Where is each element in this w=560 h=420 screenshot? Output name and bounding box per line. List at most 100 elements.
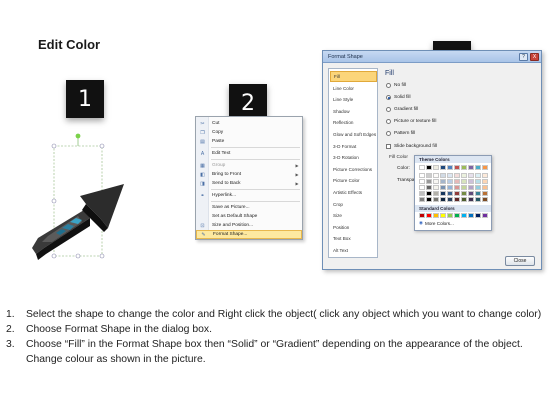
menu-item-group[interactable]: ▦ Group ▶ <box>196 161 302 170</box>
color-swatch[interactable] <box>482 191 488 196</box>
nav-item-picture-color[interactable]: Picture Color <box>330 175 377 186</box>
nav-item-line-style[interactable]: Line Style <box>330 94 377 105</box>
color-swatch[interactable] <box>426 165 432 170</box>
nav-item-3-d-format[interactable]: 3-D Format <box>330 141 377 152</box>
color-swatch[interactable] <box>454 213 460 218</box>
menu-item-copy[interactable]: ❐ Copy <box>196 128 302 137</box>
nav-item-artistic-effects[interactable]: Artistic Effects <box>330 187 377 198</box>
color-swatch[interactable] <box>482 197 488 202</box>
nav-item-crop[interactable]: Crop <box>330 199 377 210</box>
color-swatch[interactable] <box>426 185 432 190</box>
color-swatch[interactable] <box>433 197 439 202</box>
color-swatch[interactable] <box>419 213 425 218</box>
color-swatch[interactable] <box>426 173 432 178</box>
color-swatch[interactable] <box>482 213 488 218</box>
color-swatch[interactable] <box>419 165 425 170</box>
color-swatch[interactable] <box>440 179 446 184</box>
nav-item-position[interactable]: Position <box>330 222 377 233</box>
menu-item-paste[interactable]: ▤ Paste <box>196 137 302 146</box>
color-swatch[interactable] <box>454 165 460 170</box>
color-swatch[interactable] <box>440 213 446 218</box>
color-swatch[interactable] <box>454 191 460 196</box>
menu-item-set-default-shape[interactable]: Set as Default Shape <box>196 212 302 221</box>
color-swatch[interactable] <box>468 185 474 190</box>
selected-arrow-shape[interactable] <box>20 130 150 280</box>
color-swatch[interactable] <box>482 173 488 178</box>
color-swatch[interactable] <box>475 173 481 178</box>
nav-item-line-color[interactable]: Line Color <box>330 83 377 94</box>
color-swatch[interactable] <box>426 179 432 184</box>
color-swatch[interactable] <box>482 185 488 190</box>
slide-background-checkbox[interactable]: Slide background fill <box>386 144 437 149</box>
color-swatch[interactable] <box>419 185 425 190</box>
color-swatch[interactable] <box>454 185 460 190</box>
color-swatch[interactable] <box>447 213 453 218</box>
menu-item-bring-to-front[interactable]: ◧ Bring to Front ▶ <box>196 170 302 179</box>
color-swatch[interactable] <box>461 185 467 190</box>
radio-pattern-fill[interactable]: Pattern fill <box>386 131 415 136</box>
color-swatch[interactable] <box>461 191 467 196</box>
more-colors-option[interactable]: ◉ More Colors... <box>419 220 454 226</box>
color-swatch[interactable] <box>475 213 481 218</box>
color-swatch[interactable] <box>419 173 425 178</box>
menu-item-cut[interactable]: ✂ Cut <box>196 119 302 128</box>
color-swatch[interactable] <box>440 197 446 202</box>
menu-item-send-to-back[interactable]: ◨ Send to Back ▶ <box>196 179 302 188</box>
help-button[interactable]: ? <box>519 53 528 61</box>
nav-item-glow-and-soft-edges[interactable]: Glow and Soft Edges <box>330 129 377 140</box>
dialog-close-x-button[interactable]: X <box>530 53 539 61</box>
color-swatch[interactable] <box>475 165 481 170</box>
color-swatch[interactable] <box>475 197 481 202</box>
color-swatch[interactable] <box>433 165 439 170</box>
color-swatch[interactable] <box>475 185 481 190</box>
color-swatch[interactable] <box>447 173 453 178</box>
color-swatch[interactable] <box>433 191 439 196</box>
nav-item-alt-text[interactable]: Alt Text <box>330 245 377 256</box>
color-swatch[interactable] <box>447 165 453 170</box>
nav-item-size[interactable]: Size <box>330 210 377 221</box>
color-swatch[interactable] <box>440 191 446 196</box>
color-swatch[interactable] <box>447 197 453 202</box>
color-swatch[interactable] <box>440 185 446 190</box>
color-swatch[interactable] <box>426 213 432 218</box>
color-swatch[interactable] <box>475 179 481 184</box>
color-swatch[interactable] <box>419 197 425 202</box>
nav-item-fill[interactable]: Fill <box>330 71 377 82</box>
color-swatch[interactable] <box>461 173 467 178</box>
color-swatch[interactable] <box>433 173 439 178</box>
color-swatch[interactable] <box>468 213 474 218</box>
color-swatch[interactable] <box>482 179 488 184</box>
color-swatch[interactable] <box>482 165 488 170</box>
nav-item-shadow[interactable]: Shadow <box>330 106 377 117</box>
radio-gradient-fill[interactable]: Gradient fill <box>386 107 418 112</box>
color-swatch[interactable] <box>433 213 439 218</box>
radio-no-fill[interactable]: No fill <box>386 83 406 88</box>
color-swatch[interactable] <box>461 165 467 170</box>
radio-picture-texture-fill[interactable]: Picture or texture fill <box>386 119 436 124</box>
color-swatch[interactable] <box>447 185 453 190</box>
color-swatch[interactable] <box>419 179 425 184</box>
color-swatch[interactable] <box>440 173 446 178</box>
nav-item-text-box[interactable]: Text Box <box>330 233 377 244</box>
nav-item-picture-corrections[interactable]: Picture Corrections <box>330 164 377 175</box>
radio-solid-fill[interactable]: Solid fill <box>386 95 411 100</box>
color-swatch[interactable] <box>461 197 467 202</box>
close-button[interactable]: Close <box>505 256 535 266</box>
color-swatch[interactable] <box>461 179 467 184</box>
color-swatch[interactable] <box>419 191 425 196</box>
color-swatch[interactable] <box>468 191 474 196</box>
menu-item-edit-text[interactable]: A Edit Text <box>196 149 302 158</box>
nav-item-reflection[interactable]: Reflection <box>330 117 377 128</box>
color-swatch[interactable] <box>447 191 453 196</box>
color-swatch[interactable] <box>440 165 446 170</box>
menu-item-save-as-picture[interactable]: Save as Picture... <box>196 203 302 212</box>
color-swatch[interactable] <box>447 179 453 184</box>
color-swatch[interactable] <box>454 179 460 184</box>
nav-item-3-d-rotation[interactable]: 3-D Rotation <box>330 152 377 163</box>
menu-item-hyperlink[interactable]: ⚭ Hyperlink... <box>196 191 302 200</box>
color-swatch[interactable] <box>468 179 474 184</box>
menu-item-size-position[interactable]: ⊡ Size and Position... <box>196 221 302 230</box>
color-swatch[interactable] <box>426 191 432 196</box>
color-swatch[interactable] <box>475 191 481 196</box>
menu-item-format-shape[interactable]: ✎ Format Shape... <box>196 230 302 239</box>
